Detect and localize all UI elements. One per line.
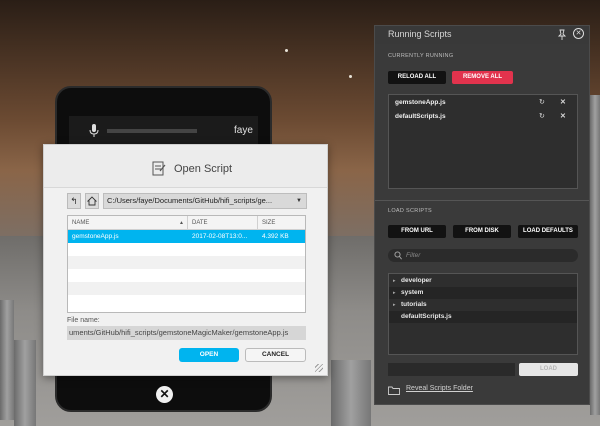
from-url-button[interactable]: FROM URL — [388, 225, 446, 238]
section-divider — [375, 200, 589, 201]
chevron-right-icon: ▸ — [393, 278, 396, 284]
load-defaults-button[interactable]: LOAD DEFAULTS — [518, 225, 578, 238]
script-name: defaultScripts.js — [395, 113, 446, 120]
script-file-icon — [152, 161, 166, 176]
list-item[interactable]: defaultScripts.js ↻ ✕ — [389, 111, 577, 123]
tree-item-system[interactable]: ▸ system — [389, 287, 577, 299]
currently-running-label: CURRENTLY RUNNING — [388, 53, 454, 59]
file-name-cell: gemstoneApp.js — [72, 233, 119, 240]
file-table: NAME ▲ DATE SIZE gemstoneApp.js 2017-02-… — [67, 215, 306, 313]
resize-grip-icon[interactable] — [315, 364, 323, 372]
table-row-empty — [68, 269, 305, 282]
dialog-title: Open Script — [174, 163, 233, 175]
user-name[interactable]: faye — [234, 125, 253, 136]
microphone-icon[interactable] — [89, 124, 99, 138]
table-row-empty — [68, 282, 305, 295]
table-row[interactable]: gemstoneApp.js 2017-02-08T13:0... 4.392 … — [68, 230, 305, 243]
reload-icon[interactable]: ↻ — [539, 111, 545, 123]
table-row-empty — [68, 295, 305, 308]
filter-input[interactable]: Filter — [388, 249, 578, 262]
background-pillar — [331, 360, 371, 426]
tablet-close-button[interactable]: ✕ — [156, 386, 173, 403]
remove-icon[interactable]: ✕ — [560, 97, 566, 109]
background-pillar — [0, 300, 14, 420]
reveal-scripts-folder-link[interactable]: Reveal Scripts Folder — [406, 385, 473, 392]
load-scripts-label: LOAD SCRIPTS — [388, 208, 432, 214]
open-script-dialog: Open Script ↰ C:/Users/faye/Documents/Gi… — [43, 144, 328, 376]
column-header-size[interactable]: SIZE — [258, 216, 305, 230]
remove-all-button[interactable]: REMOVE ALL — [452, 71, 513, 84]
script-name: gemstoneApp.js — [395, 99, 446, 106]
file-name-label: File name: — [67, 317, 100, 324]
path-dropdown[interactable]: C:/Users/faye/Documents/GitHub/hifi_scri… — [103, 193, 307, 209]
panel-title: Running Scripts — [388, 29, 452, 39]
folder-icon — [388, 386, 400, 395]
from-disk-button[interactable]: FROM DISK — [453, 225, 511, 238]
path-text: C:/Users/faye/Documents/GitHub/hifi_scri… — [107, 196, 273, 205]
reload-icon[interactable]: ↻ — [539, 97, 545, 109]
back-button[interactable]: ↰ — [67, 193, 81, 209]
tablet-status-bar: faye — [69, 116, 258, 146]
table-row-empty — [68, 243, 305, 256]
dialog-header: Open Script — [44, 145, 327, 188]
background-star — [349, 75, 352, 78]
chevron-down-icon: ▼ — [296, 198, 302, 204]
background-pillar — [14, 340, 36, 426]
chevron-right-icon: ▸ — [393, 290, 396, 296]
chevron-right-icon: ▸ — [393, 302, 396, 308]
background-star — [285, 49, 288, 52]
list-item[interactable]: gemstoneApp.js ↻ ✕ — [389, 97, 577, 109]
home-button[interactable] — [85, 193, 99, 209]
tree-item-developer[interactable]: ▸ developer — [389, 275, 577, 287]
cancel-button[interactable]: CANCEL — [245, 348, 306, 362]
sort-arrow-icon: ▲ — [179, 220, 184, 226]
open-button[interactable]: OPEN — [179, 348, 239, 362]
home-icon — [86, 196, 98, 206]
tree-item-tutorials[interactable]: ▸ tutorials — [389, 299, 577, 311]
close-icon[interactable]: ✕ — [573, 28, 584, 39]
running-scripts-list: gemstoneApp.js ↻ ✕ defaultScripts.js ↻ ✕ — [388, 94, 578, 189]
pin-icon[interactable] — [557, 29, 567, 40]
running-scripts-panel: Running Scripts ✕ CURRENTLY RUNNING RELO… — [374, 25, 590, 405]
file-date-cell: 2017-02-08T13:0... — [192, 233, 248, 240]
filter-placeholder: Filter — [406, 252, 421, 259]
file-size-cell: 4.392 KB — [262, 233, 289, 240]
audio-meter — [107, 129, 197, 133]
search-icon — [394, 251, 402, 260]
panel-header: Running Scripts ✕ — [375, 26, 589, 44]
file-name-field[interactable]: uments/GitHub/hifi_scripts/gemstoneMagic… — [67, 326, 306, 340]
script-url-input[interactable] — [388, 363, 515, 376]
column-header-date[interactable]: DATE — [188, 216, 258, 230]
tree-item-default-scripts[interactable]: defaultScripts.js — [389, 311, 577, 323]
background-pillar — [590, 95, 600, 415]
remove-icon[interactable]: ✕ — [560, 111, 566, 123]
load-button[interactable]: LOAD — [519, 363, 578, 376]
column-header-name[interactable]: NAME ▲ — [68, 216, 188, 230]
reload-all-button[interactable]: RELOAD ALL — [388, 71, 446, 84]
scripts-tree: ▸ developer ▸ system ▸ tutorials default… — [388, 273, 578, 355]
table-row-empty — [68, 256, 305, 269]
